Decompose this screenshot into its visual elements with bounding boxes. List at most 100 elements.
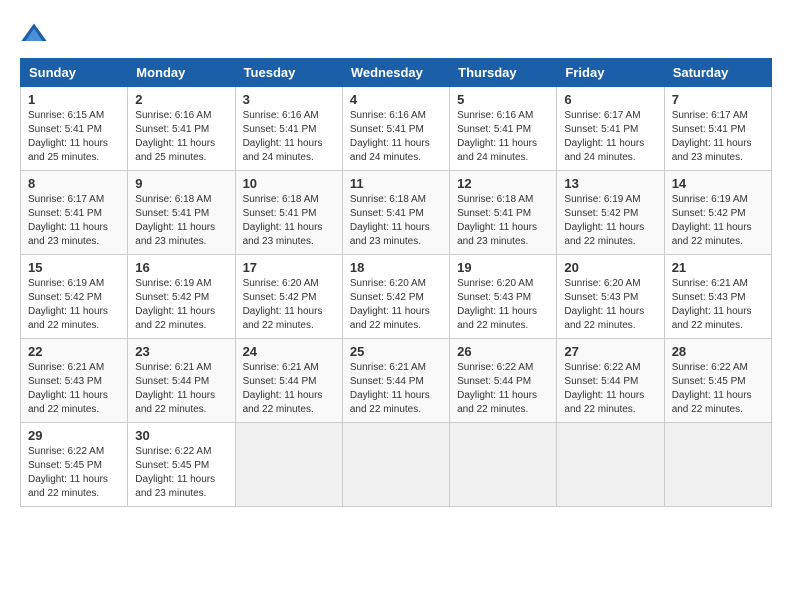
- calendar-cell: 25 Sunrise: 6:21 AM Sunset: 5:44 PM Dayl…: [342, 339, 449, 423]
- day-info: Sunrise: 6:18 AM Sunset: 5:41 PM Dayligh…: [135, 193, 227, 249]
- calendar-cell: 30 Sunrise: 6:22 AM Sunset: 5:45 PM Dayl…: [128, 423, 235, 507]
- day-info: Sunrise: 6:22 AM Sunset: 5:45 PM Dayligh…: [28, 445, 120, 501]
- calendar-week-row: 1 Sunrise: 6:15 AM Sunset: 5:41 PM Dayli…: [21, 87, 772, 171]
- day-info: Sunrise: 6:16 AM Sunset: 5:41 PM Dayligh…: [243, 109, 335, 165]
- calendar-cell: [342, 423, 449, 507]
- calendar-header-row: SundayMondayTuesdayWednesdayThursdayFrid…: [21, 59, 772, 87]
- day-number: 16: [135, 260, 227, 275]
- header-tuesday: Tuesday: [235, 59, 342, 87]
- calendar-cell: 6 Sunrise: 6:17 AM Sunset: 5:41 PM Dayli…: [557, 87, 664, 171]
- day-number: 18: [350, 260, 442, 275]
- calendar-table: SundayMondayTuesdayWednesdayThursdayFrid…: [20, 58, 772, 507]
- day-info: Sunrise: 6:22 AM Sunset: 5:45 PM Dayligh…: [672, 361, 764, 417]
- day-info: Sunrise: 6:21 AM Sunset: 5:43 PM Dayligh…: [672, 277, 764, 333]
- day-number: 29: [28, 428, 120, 443]
- calendar-cell: [450, 423, 557, 507]
- calendar-cell: [664, 423, 771, 507]
- calendar-cell: 12 Sunrise: 6:18 AM Sunset: 5:41 PM Dayl…: [450, 171, 557, 255]
- calendar-cell: 3 Sunrise: 6:16 AM Sunset: 5:41 PM Dayli…: [235, 87, 342, 171]
- day-number: 14: [672, 176, 764, 191]
- day-number: 20: [564, 260, 656, 275]
- day-info: Sunrise: 6:17 AM Sunset: 5:41 PM Dayligh…: [564, 109, 656, 165]
- calendar-cell: 29 Sunrise: 6:22 AM Sunset: 5:45 PM Dayl…: [21, 423, 128, 507]
- day-info: Sunrise: 6:20 AM Sunset: 5:43 PM Dayligh…: [457, 277, 549, 333]
- day-info: Sunrise: 6:20 AM Sunset: 5:42 PM Dayligh…: [350, 277, 442, 333]
- calendar-cell: 5 Sunrise: 6:16 AM Sunset: 5:41 PM Dayli…: [450, 87, 557, 171]
- calendar-cell: 17 Sunrise: 6:20 AM Sunset: 5:42 PM Dayl…: [235, 255, 342, 339]
- day-info: Sunrise: 6:18 AM Sunset: 5:41 PM Dayligh…: [243, 193, 335, 249]
- header-wednesday: Wednesday: [342, 59, 449, 87]
- day-number: 12: [457, 176, 549, 191]
- header-saturday: Saturday: [664, 59, 771, 87]
- calendar-cell: 13 Sunrise: 6:19 AM Sunset: 5:42 PM Dayl…: [557, 171, 664, 255]
- day-info: Sunrise: 6:18 AM Sunset: 5:41 PM Dayligh…: [457, 193, 549, 249]
- calendar-week-row: 15 Sunrise: 6:19 AM Sunset: 5:42 PM Dayl…: [21, 255, 772, 339]
- day-info: Sunrise: 6:18 AM Sunset: 5:41 PM Dayligh…: [350, 193, 442, 249]
- calendar-cell: 18 Sunrise: 6:20 AM Sunset: 5:42 PM Dayl…: [342, 255, 449, 339]
- day-info: Sunrise: 6:15 AM Sunset: 5:41 PM Dayligh…: [28, 109, 120, 165]
- calendar-cell: 20 Sunrise: 6:20 AM Sunset: 5:43 PM Dayl…: [557, 255, 664, 339]
- day-info: Sunrise: 6:19 AM Sunset: 5:42 PM Dayligh…: [672, 193, 764, 249]
- calendar-cell: 10 Sunrise: 6:18 AM Sunset: 5:41 PM Dayl…: [235, 171, 342, 255]
- day-info: Sunrise: 6:17 AM Sunset: 5:41 PM Dayligh…: [672, 109, 764, 165]
- calendar-cell: [557, 423, 664, 507]
- day-info: Sunrise: 6:22 AM Sunset: 5:44 PM Dayligh…: [564, 361, 656, 417]
- day-number: 10: [243, 176, 335, 191]
- calendar-cell: 15 Sunrise: 6:19 AM Sunset: 5:42 PM Dayl…: [21, 255, 128, 339]
- day-number: 15: [28, 260, 120, 275]
- day-info: Sunrise: 6:20 AM Sunset: 5:42 PM Dayligh…: [243, 277, 335, 333]
- day-number: 7: [672, 92, 764, 107]
- calendar-cell: 24 Sunrise: 6:21 AM Sunset: 5:44 PM Dayl…: [235, 339, 342, 423]
- day-number: 19: [457, 260, 549, 275]
- day-number: 11: [350, 176, 442, 191]
- calendar-cell: 22 Sunrise: 6:21 AM Sunset: 5:43 PM Dayl…: [21, 339, 128, 423]
- day-info: Sunrise: 6:21 AM Sunset: 5:44 PM Dayligh…: [350, 361, 442, 417]
- calendar-cell: 19 Sunrise: 6:20 AM Sunset: 5:43 PM Dayl…: [450, 255, 557, 339]
- calendar-week-row: 29 Sunrise: 6:22 AM Sunset: 5:45 PM Dayl…: [21, 423, 772, 507]
- header-sunday: Sunday: [21, 59, 128, 87]
- day-info: Sunrise: 6:19 AM Sunset: 5:42 PM Dayligh…: [564, 193, 656, 249]
- day-number: 24: [243, 344, 335, 359]
- day-info: Sunrise: 6:21 AM Sunset: 5:44 PM Dayligh…: [243, 361, 335, 417]
- calendar-cell: 1 Sunrise: 6:15 AM Sunset: 5:41 PM Dayli…: [21, 87, 128, 171]
- day-info: Sunrise: 6:16 AM Sunset: 5:41 PM Dayligh…: [350, 109, 442, 165]
- day-info: Sunrise: 6:21 AM Sunset: 5:44 PM Dayligh…: [135, 361, 227, 417]
- day-number: 22: [28, 344, 120, 359]
- day-info: Sunrise: 6:16 AM Sunset: 5:41 PM Dayligh…: [135, 109, 227, 165]
- calendar-cell: 9 Sunrise: 6:18 AM Sunset: 5:41 PM Dayli…: [128, 171, 235, 255]
- calendar-cell: 2 Sunrise: 6:16 AM Sunset: 5:41 PM Dayli…: [128, 87, 235, 171]
- day-info: Sunrise: 6:21 AM Sunset: 5:43 PM Dayligh…: [28, 361, 120, 417]
- page-header: [20, 20, 772, 48]
- day-number: 8: [28, 176, 120, 191]
- day-number: 5: [457, 92, 549, 107]
- calendar-cell: [235, 423, 342, 507]
- day-info: Sunrise: 6:19 AM Sunset: 5:42 PM Dayligh…: [28, 277, 120, 333]
- day-info: Sunrise: 6:20 AM Sunset: 5:43 PM Dayligh…: [564, 277, 656, 333]
- day-number: 13: [564, 176, 656, 191]
- calendar-cell: 28 Sunrise: 6:22 AM Sunset: 5:45 PM Dayl…: [664, 339, 771, 423]
- day-info: Sunrise: 6:22 AM Sunset: 5:44 PM Dayligh…: [457, 361, 549, 417]
- header-monday: Monday: [128, 59, 235, 87]
- calendar-cell: 7 Sunrise: 6:17 AM Sunset: 5:41 PM Dayli…: [664, 87, 771, 171]
- calendar-cell: 23 Sunrise: 6:21 AM Sunset: 5:44 PM Dayl…: [128, 339, 235, 423]
- day-info: Sunrise: 6:22 AM Sunset: 5:45 PM Dayligh…: [135, 445, 227, 501]
- calendar-cell: 8 Sunrise: 6:17 AM Sunset: 5:41 PM Dayli…: [21, 171, 128, 255]
- day-number: 21: [672, 260, 764, 275]
- header-thursday: Thursday: [450, 59, 557, 87]
- calendar-cell: 21 Sunrise: 6:21 AM Sunset: 5:43 PM Dayl…: [664, 255, 771, 339]
- calendar-week-row: 8 Sunrise: 6:17 AM Sunset: 5:41 PM Dayli…: [21, 171, 772, 255]
- day-number: 27: [564, 344, 656, 359]
- day-number: 25: [350, 344, 442, 359]
- calendar-cell: 14 Sunrise: 6:19 AM Sunset: 5:42 PM Dayl…: [664, 171, 771, 255]
- day-number: 1: [28, 92, 120, 107]
- logo: [20, 20, 52, 48]
- calendar-cell: 27 Sunrise: 6:22 AM Sunset: 5:44 PM Dayl…: [557, 339, 664, 423]
- day-info: Sunrise: 6:17 AM Sunset: 5:41 PM Dayligh…: [28, 193, 120, 249]
- calendar-cell: 26 Sunrise: 6:22 AM Sunset: 5:44 PM Dayl…: [450, 339, 557, 423]
- day-number: 9: [135, 176, 227, 191]
- day-number: 17: [243, 260, 335, 275]
- day-number: 6: [564, 92, 656, 107]
- calendar-cell: 11 Sunrise: 6:18 AM Sunset: 5:41 PM Dayl…: [342, 171, 449, 255]
- calendar-cell: 4 Sunrise: 6:16 AM Sunset: 5:41 PM Dayli…: [342, 87, 449, 171]
- day-number: 3: [243, 92, 335, 107]
